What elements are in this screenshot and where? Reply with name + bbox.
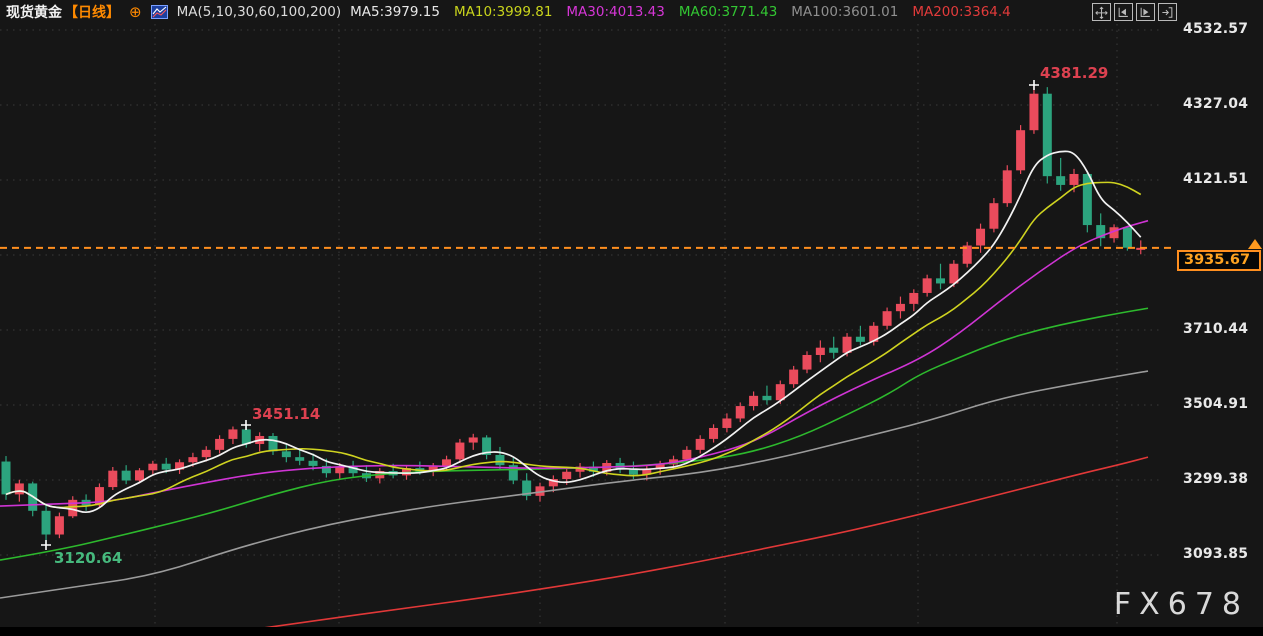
y-axis-label: 4532.57 bbox=[1183, 21, 1249, 37]
candle-body bbox=[1069, 173, 1079, 185]
candle-body bbox=[802, 354, 812, 370]
ma-line-ma10 bbox=[5, 181, 1142, 509]
candle-body bbox=[148, 463, 158, 471]
candle-body bbox=[495, 454, 505, 466]
candle-body bbox=[882, 311, 892, 326]
candle-body bbox=[936, 278, 945, 284]
candle-body bbox=[829, 347, 839, 353]
ma-value-label: MA10:3999.81 bbox=[453, 4, 553, 20]
pan-tool-icon bbox=[1095, 6, 1108, 19]
candle-body bbox=[989, 203, 999, 229]
candle-body bbox=[922, 278, 932, 293]
candle-body bbox=[455, 442, 465, 460]
candle-body bbox=[468, 437, 478, 443]
candle-body bbox=[108, 470, 118, 488]
candle-body bbox=[268, 435, 278, 452]
chart-header: 现货黄金 【日线】 ⊕ MA(5,10,30,60,100,200) MA5:3… bbox=[6, 2, 1011, 22]
extreme-marker-icon bbox=[41, 540, 51, 550]
symbol-label: 现货黄金 bbox=[6, 5, 62, 21]
candle-body bbox=[562, 471, 572, 480]
price-annotation: 4381.29 bbox=[1040, 64, 1108, 82]
y-axis-label: 4121.51 bbox=[1183, 171, 1249, 187]
candle-body bbox=[54, 516, 64, 535]
extreme-marker-icon bbox=[241, 420, 251, 430]
candle-body bbox=[1, 461, 11, 495]
candle-body bbox=[201, 449, 211, 458]
candle-body bbox=[735, 406, 745, 419]
exit-icon bbox=[1162, 6, 1173, 18]
candle-body bbox=[789, 369, 799, 385]
candle-body bbox=[709, 427, 719, 439]
candle-body bbox=[215, 438, 225, 450]
candle-body bbox=[628, 469, 638, 475]
candle-body bbox=[682, 449, 692, 460]
candle-body bbox=[41, 510, 51, 535]
chart-type-icon[interactable] bbox=[150, 5, 168, 19]
ma-value-label: MA200:3364.4 bbox=[912, 4, 1011, 20]
candle-body bbox=[1122, 227, 1132, 248]
candle-body bbox=[135, 470, 144, 481]
candle-body bbox=[281, 451, 291, 458]
candle-body bbox=[1029, 93, 1039, 131]
scale-right-button[interactable] bbox=[1136, 3, 1155, 21]
period-label[interactable]: 【日线】 bbox=[64, 2, 120, 22]
exit-button[interactable] bbox=[1158, 3, 1177, 21]
bottom-strip bbox=[0, 627, 1263, 636]
candle-body bbox=[1002, 170, 1012, 204]
candle-body bbox=[1056, 176, 1066, 185]
ma-settings-label[interactable]: MA(5,10,30,60,100,200) bbox=[177, 4, 342, 20]
trading-chart-app: 4381.29 3451.14 3120.64 现货黄金 【日线】 ⊕ MA(5,1… bbox=[0, 0, 1263, 636]
price-annotation: 3120.64 bbox=[54, 549, 122, 567]
ma-value-label: MA30:4013.43 bbox=[566, 4, 665, 20]
y-axis-label: 3710.44 bbox=[1183, 321, 1249, 337]
candle-body bbox=[749, 395, 759, 407]
candle-body bbox=[722, 418, 732, 428]
scale-left-icon bbox=[1118, 7, 1128, 17]
price-annotation: 3451.14 bbox=[252, 405, 320, 423]
ma-line-ma200 bbox=[239, 456, 1149, 633]
ma-line-ma60 bbox=[0, 307, 1149, 561]
candle-body bbox=[855, 336, 865, 342]
candle-body bbox=[308, 460, 318, 466]
y-axis-label: 3093.85 bbox=[1183, 546, 1249, 562]
scale-left-button[interactable] bbox=[1114, 3, 1133, 21]
ma-value-label: MA100:3601.01 bbox=[791, 4, 899, 20]
chart-toolbar bbox=[1092, 3, 1177, 21]
candle-body bbox=[228, 429, 238, 439]
candle-body bbox=[14, 483, 24, 495]
candlestick-chart[interactable]: 4381.29 3451.14 3120.64 bbox=[0, 0, 1263, 636]
add-indicator-icon[interactable]: ⊕ bbox=[129, 5, 142, 20]
candle-body bbox=[815, 347, 825, 355]
candle-body bbox=[695, 438, 705, 450]
y-axis-label: 3504.91 bbox=[1183, 396, 1249, 412]
candle-body bbox=[188, 457, 198, 463]
candle-body bbox=[895, 303, 905, 312]
candle-body bbox=[241, 429, 251, 445]
ma-line-ma5 bbox=[5, 150, 1142, 514]
candle-body bbox=[909, 292, 919, 304]
ma-value-label: MA60:3771.43 bbox=[678, 4, 778, 20]
candle-body bbox=[1042, 93, 1052, 177]
scale-right-icon bbox=[1140, 7, 1150, 17]
watermark: FX678 bbox=[1113, 587, 1249, 622]
candle-body bbox=[976, 228, 986, 246]
candle-body bbox=[1016, 130, 1026, 171]
candle-body bbox=[121, 470, 131, 481]
pan-tool-button[interactable] bbox=[1092, 3, 1111, 21]
candle-body bbox=[762, 395, 772, 401]
y-axis-label: 3299.38 bbox=[1183, 471, 1249, 487]
y-axis-label: 4327.04 bbox=[1183, 96, 1249, 112]
candle-body bbox=[161, 463, 171, 470]
candle-body bbox=[1082, 173, 1092, 226]
ma-values: MA5:3979.15 MA10:3999.81 MA30:4013.43 MA60:… bbox=[350, 4, 1011, 20]
candle-body bbox=[295, 457, 305, 461]
price-up-arrow-icon bbox=[1248, 239, 1262, 249]
ma-value-label: MA5:3979.15 bbox=[350, 4, 440, 20]
extreme-marker-icon bbox=[1029, 80, 1039, 90]
last-price-badge: 3935.67 bbox=[1177, 250, 1261, 271]
candle-body bbox=[949, 263, 959, 284]
